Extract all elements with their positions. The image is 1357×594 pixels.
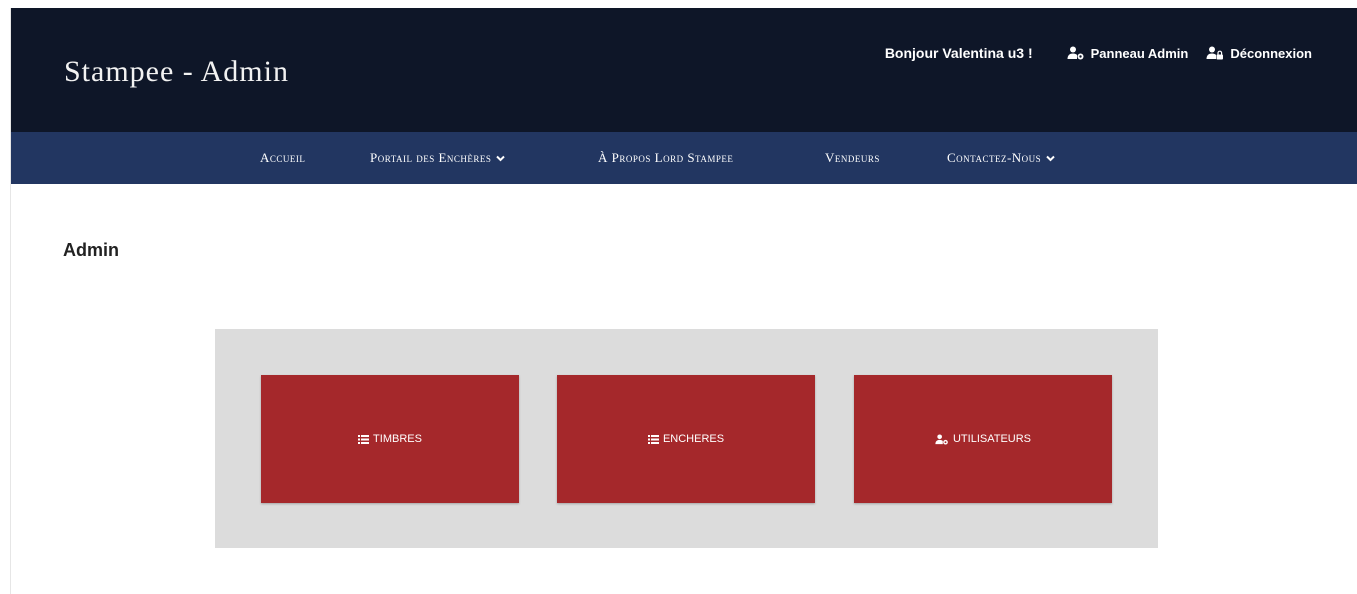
tile-label: TIMBRES [373, 433, 422, 445]
nav-label: Portail des Enchères [370, 150, 492, 165]
chevron-down-icon [496, 155, 506, 161]
admin-panel-label: Panneau Admin [1090, 45, 1189, 61]
logout-label: Déconnexion [1230, 45, 1312, 61]
list-icon [358, 434, 370, 444]
chevron-down-icon [1046, 155, 1055, 161]
site-header: Stampee - Admin Bonjour Valentina u3 ! P… [11, 8, 1357, 132]
list-icon [647, 434, 659, 444]
greeting-text: Bonjour Valentina u3 ! [884, 45, 1033, 61]
user-lock-icon [1206, 46, 1224, 60]
nav-item-accueil[interactable]: Accueil [260, 132, 305, 184]
admin-tiles-panel: TIMBRES ENCHERES UTILISATEURS [215, 329, 1158, 548]
nav-item-a-propos[interactable]: À Propos Lord Stampee [598, 132, 733, 184]
utilisateurs-button[interactable]: UTILISATEURS [854, 375, 1112, 503]
admin-panel-link[interactable]: Panneau Admin [1067, 45, 1189, 61]
user-cog-icon [1067, 46, 1084, 60]
nav-item-portail[interactable]: Portail des Enchères [370, 132, 506, 184]
nav-item-contact[interactable]: Contactez-Nous [947, 132, 1055, 184]
user-area: Bonjour Valentina u3 ! Panneau Admin Déc… [885, 45, 1312, 61]
page-title: Admin [63, 240, 119, 260]
nav-label: Accueil [260, 150, 306, 165]
timbres-button[interactable]: TIMBRES [261, 375, 519, 503]
tile-label: UTILISATEURS [952, 433, 1032, 445]
user-cog-icon [935, 433, 948, 445]
tile-label: ENCHERES [662, 433, 725, 445]
main-nav: Accueil Portail des Enchères À Propos Lo… [11, 132, 1357, 184]
encheres-button[interactable]: ENCHERES [557, 375, 815, 503]
brand-title[interactable]: Stampee - Admin [64, 55, 289, 89]
logout-link[interactable]: Déconnexion [1206, 46, 1312, 61]
nav-label: Vendeurs [825, 150, 880, 165]
nav-label: Contactez-Nous [947, 150, 1042, 165]
nav-label: À Propos Lord Stampee [598, 150, 734, 165]
nav-item-vendeurs[interactable]: Vendeurs [825, 132, 880, 184]
page-frame: Stampee - Admin Bonjour Valentina u3 ! P… [10, 8, 1357, 594]
